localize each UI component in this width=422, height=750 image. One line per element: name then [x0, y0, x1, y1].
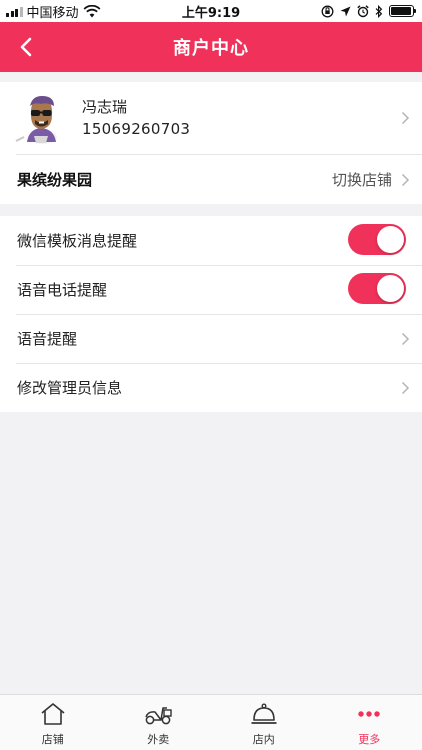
tab-bar: 店铺 外卖 店内 更多	[0, 694, 422, 750]
avatar	[15, 96, 57, 144]
carrier-name: 中国移动	[26, 5, 79, 21]
setting-label: 语音电话提醒	[17, 281, 108, 299]
bluetooth-icon	[375, 4, 383, 18]
setting-label: 微信模板消息提醒	[17, 232, 138, 250]
setting-edit-admin[interactable]: 修改管理员信息	[0, 363, 422, 412]
setting-voice-call: 语音电话提醒	[0, 265, 422, 314]
setting-label: 语音提醒	[17, 330, 78, 348]
scooter-icon	[145, 707, 172, 725]
chevron-right-icon	[401, 332, 410, 346]
settings-card: 微信模板消息提醒 语音电话提醒 语音提醒 修改管理员信息	[0, 216, 422, 412]
battery-icon	[389, 5, 416, 17]
signal-strength-icon	[6, 6, 23, 17]
tab-dine-in[interactable]: 店内	[211, 695, 317, 750]
setting-label: 修改管理员信息	[17, 379, 123, 397]
wechat-template-toggle[interactable]	[348, 224, 406, 255]
chevron-right-icon	[401, 111, 410, 125]
setting-voice-reminder[interactable]: 语音提醒	[0, 314, 422, 363]
orientation-lock-icon	[321, 5, 334, 17]
shop-row[interactable]: 果缤纷果园 切换店铺	[0, 154, 422, 204]
nav-bar: 商户中心	[0, 22, 422, 72]
tab-label: 店内	[252, 733, 275, 746]
tab-label: 店铺	[41, 733, 64, 746]
tab-label: 外卖	[147, 733, 170, 746]
profile-row[interactable]: 冯志瑞 15069260703	[0, 82, 422, 154]
alarm-clock-icon	[357, 4, 369, 17]
chevron-right-icon	[401, 381, 410, 395]
tab-takeout[interactable]: 外卖	[106, 695, 212, 750]
setting-wechat-template: 微信模板消息提醒	[0, 216, 422, 265]
status-bar: 中国移动 上午9:19	[0, 0, 422, 22]
user-phone: 15069260703	[82, 120, 191, 138]
service-bell-icon	[251, 703, 277, 724]
user-name: 冯志瑞	[82, 98, 128, 116]
back-button[interactable]	[10, 31, 42, 63]
voice-call-toggle[interactable]	[348, 273, 406, 304]
wifi-icon	[83, 4, 100, 17]
more-dots-icon	[358, 711, 380, 717]
page-title: 商户中心	[173, 38, 249, 59]
chevron-left-icon	[20, 37, 32, 57]
location-arrow-icon	[340, 6, 351, 16]
home-icon	[41, 703, 65, 725]
tab-more[interactable]: 更多	[317, 695, 422, 750]
tab-label: 更多	[358, 733, 381, 746]
switch-shop-link[interactable]: 切换店铺	[332, 169, 392, 190]
profile-card: 冯志瑞 15069260703 果缤纷果园 切换店铺	[0, 82, 422, 204]
shop-name: 果缤纷果园	[17, 171, 93, 189]
chevron-right-icon	[401, 173, 410, 187]
tab-shop[interactable]: 店铺	[0, 695, 106, 750]
